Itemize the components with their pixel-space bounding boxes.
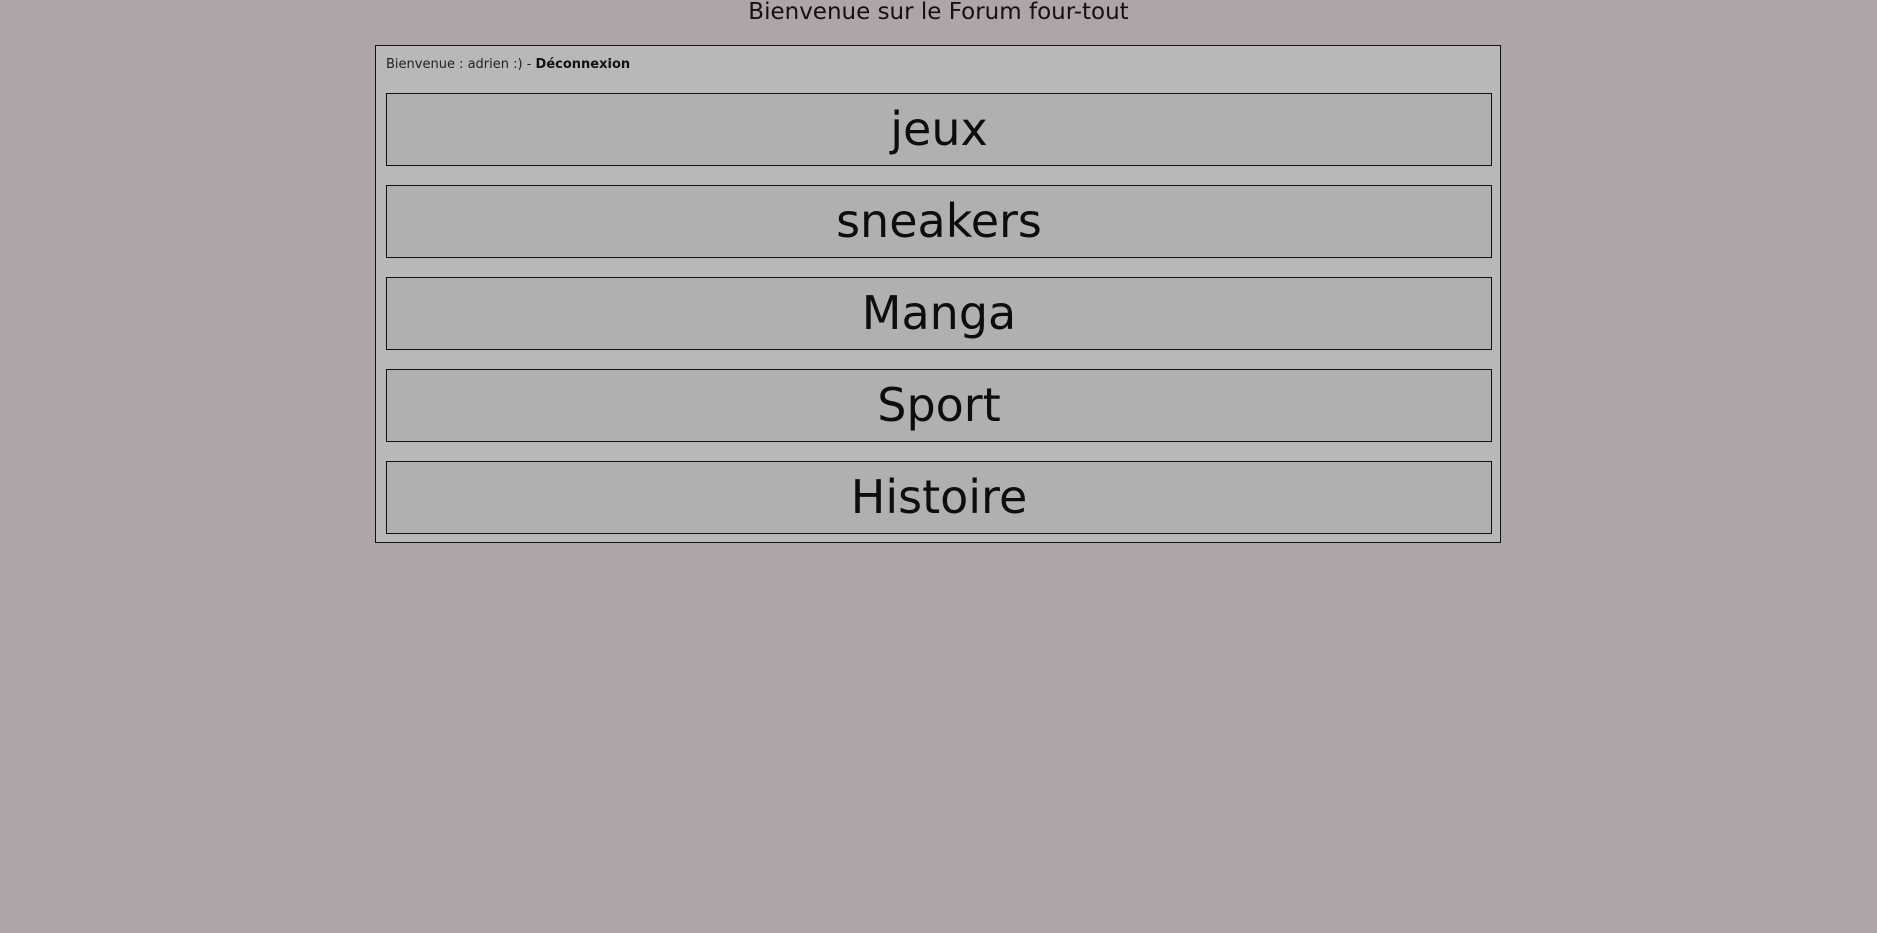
forum-panel: Bienvenue : adrien :) - Déconnexion jeux… <box>375 45 1501 543</box>
welcome-text: Bienvenue : adrien :) - <box>386 57 536 72</box>
logout-link[interactable]: Déconnexion <box>536 57 631 72</box>
category-button-sneakers[interactable]: sneakers <box>386 185 1492 258</box>
category-button-histoire[interactable]: Histoire <box>386 461 1492 534</box>
category-button-manga[interactable]: Manga <box>386 277 1492 350</box>
category-button-sport[interactable]: Sport <box>386 369 1492 442</box>
page-title: Bienvenue sur le Forum four-tout <box>748 0 1129 25</box>
welcome-bar: Bienvenue : adrien :) - Déconnexion <box>386 56 630 74</box>
category-list: jeux sneakers Manga Sport Histoire <box>386 93 1492 553</box>
category-button-jeux[interactable]: jeux <box>386 93 1492 166</box>
